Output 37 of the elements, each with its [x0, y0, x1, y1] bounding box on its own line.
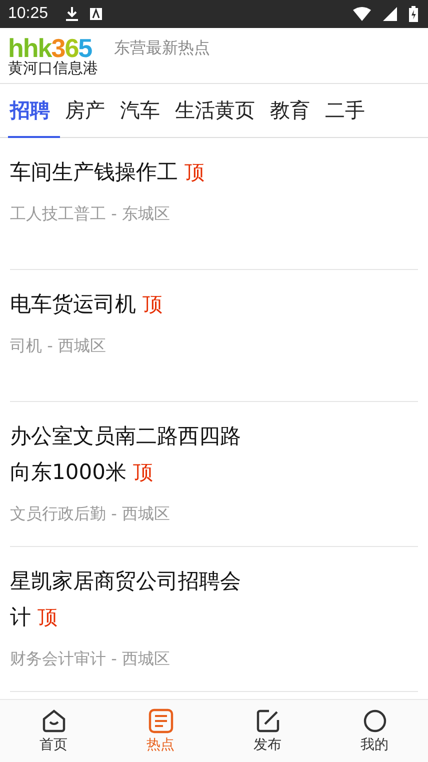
- nav-tab[interactable]: 首页: [0, 700, 107, 762]
- list-icon: [148, 708, 174, 734]
- nav-tab[interactable]: 发布: [214, 700, 321, 762]
- category-tab[interactable]: 教育: [268, 84, 320, 138]
- app-notification-icon: [90, 8, 102, 20]
- listing-title: 星凯家居商贸公司招聘会计 顶: [10, 568, 242, 631]
- listing-meta: 司机 - 西城区: [10, 335, 107, 357]
- download-icon: [66, 7, 78, 21]
- logo-digit: 6: [64, 35, 78, 61]
- nav-tab[interactable]: 我的: [321, 700, 428, 762]
- logo-letters: hhk: [8, 35, 52, 61]
- listing-title: 电车货运司机 顶: [10, 291, 164, 318]
- category-tab[interactable]: 汽车: [118, 84, 170, 138]
- category-tab[interactable]: 招聘: [8, 84, 60, 138]
- logo-digit: 5: [78, 35, 92, 61]
- edit-icon: [254, 708, 280, 734]
- status-time: 10:25: [8, 5, 48, 23]
- listing-meta: 文员行政后勤 - 西城区: [10, 503, 171, 525]
- listing-item[interactable]: 办公室文员南二路西四路向东1000米 顶 文员行政后勤 - 西城区: [10, 402, 418, 547]
- listing-meta: 财务会计审计 - 西城区: [10, 648, 171, 670]
- tagline: 东营最新热点: [114, 38, 210, 59]
- listing-title: 办公室文员南二路西四路向东1000米 顶: [10, 423, 242, 486]
- home-icon: [40, 708, 66, 734]
- listing-title: 车间生产钱操作工 顶: [10, 159, 206, 186]
- category-tab[interactable]: 生活黄页: [173, 84, 265, 138]
- user-icon: [362, 708, 388, 734]
- battery-icon: [409, 6, 418, 22]
- listing-item[interactable]: 星凯家居商贸公司招聘会计 顶 财务会计审计 - 西城区: [10, 547, 418, 692]
- logo-name: 黄河口信息港: [8, 61, 98, 76]
- category-tab[interactable]: 房产: [63, 84, 115, 138]
- signal-icon: [383, 7, 397, 21]
- logo-digit: 3: [51, 35, 65, 61]
- wifi-icon: [353, 7, 371, 21]
- listing-item[interactable]: 电车货运司机 顶 司机 - 西城区: [10, 270, 418, 402]
- category-tab[interactable]: 二手: [323, 84, 375, 138]
- listing-meta: 工人技工普工 - 东城区: [10, 203, 171, 225]
- listing-item[interactable]: 车间生产钱操作工 顶 工人技工普工 - 东城区: [10, 138, 418, 270]
